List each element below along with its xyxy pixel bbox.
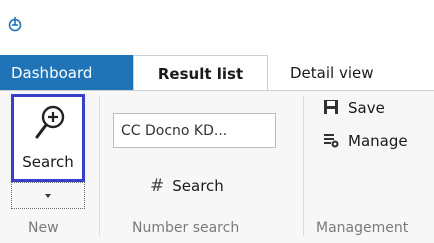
tab-detail-view[interactable]: Detail view [280,55,410,91]
search-button[interactable]: Search [11,94,85,182]
group-label-new: New [28,220,59,236]
tab-result-list[interactable]: Result list [133,55,268,91]
hash-icon: # [150,176,165,196]
manage-label: Manage [348,132,408,150]
manage-icon [324,134,339,148]
group-separator [99,96,100,236]
chevron-down-icon [45,194,51,198]
magnifier-plus-icon [35,105,65,139]
app-logo-icon [8,17,22,32]
save-button[interactable]: Save [323,99,385,117]
title-bar [0,0,434,44]
ribbon-tabs: Dashboard Result list Detail view [0,55,434,91]
number-search-input[interactable] [113,113,276,148]
save-label: Save [348,99,385,117]
tab-dashboard[interactable]: Dashboard [0,55,133,91]
manage-button[interactable]: Manage [323,132,408,150]
group-label-number-search: Number search [132,220,240,236]
number-search-button[interactable]: # Search [150,176,224,196]
save-icon [324,100,338,114]
group-label-management: Management [316,220,409,236]
search-button-label: Search [22,153,74,171]
group-separator [303,96,304,236]
number-search-label: Search [172,177,224,195]
search-dropdown-arrow[interactable] [11,182,85,209]
